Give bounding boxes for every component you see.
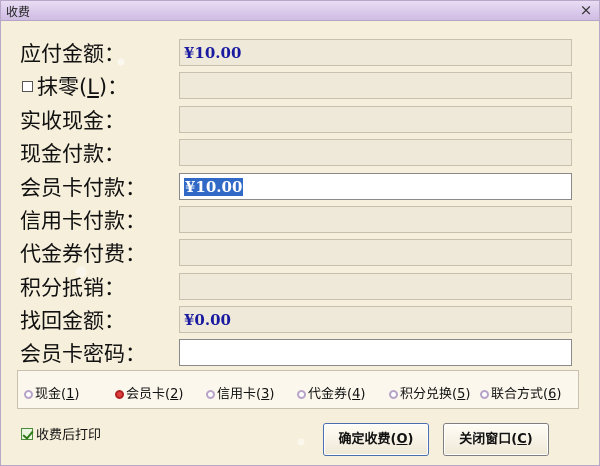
radio-icon (206, 390, 215, 399)
payment-option-voucher[interactable]: 代金券(4) (297, 383, 365, 402)
row-points-offset: 积分抵销： (1, 273, 599, 303)
charge-dialog: 收费 × 应付金额： ¥10.00 抹零(L)： 实收现金： 现金付款： 会员卡… (0, 0, 600, 466)
credit-card-payment-field (179, 206, 572, 233)
change-amount-field: ¥0.00 (179, 306, 572, 333)
window-title: 收费 (6, 5, 31, 19)
checkbox-checked-icon (21, 428, 33, 440)
payment-option-points[interactable]: 积分兑换(5) (389, 383, 470, 402)
member-card-payment-input[interactable]: ¥10.00 (179, 173, 572, 200)
payment-option-combined[interactable]: 联合方式(6) (480, 383, 561, 402)
row-voucher-payment: 代金券付费： (1, 239, 599, 269)
points-offset-label: 积分抵销： (20, 276, 125, 300)
payment-option-member-card[interactable]: 会员卡(2) (115, 383, 183, 402)
round-off-field (179, 72, 572, 99)
row-cash-payment: 现金付款： (1, 139, 599, 169)
row-credit-card-payment: 信用卡付款： (1, 206, 599, 236)
round-off-label[interactable]: 抹零(L)： (37, 73, 128, 101)
close-window-button[interactable]: 关闭窗口(C) (443, 423, 549, 456)
row-cash-received: 实收现金： (1, 106, 599, 136)
change-amount-label: 找回金额： (20, 309, 125, 333)
print-after-charge-checkbox[interactable]: 收费后打印 (21, 424, 101, 443)
round-off-checkbox[interactable] (22, 81, 33, 92)
member-card-payment-label: 会员卡付款： (20, 176, 146, 200)
voucher-payment-label: 代金券付费： (20, 242, 146, 266)
cash-payment-field (179, 139, 572, 166)
cash-payment-label: 现金付款： (20, 142, 125, 166)
row-member-card-payment: 会员卡付款： ¥10.00 (1, 173, 599, 203)
row-round-off: 抹零(L)： (1, 72, 599, 102)
row-change-amount: 找回金额： ¥0.00 (1, 306, 599, 336)
selected-text: ¥10.00 (184, 178, 244, 196)
points-offset-field (179, 273, 572, 300)
row-amount-due: 应付金额： ¥10.00 (1, 39, 599, 69)
member-card-password-label: 会员卡密码： (20, 342, 146, 366)
radio-icon (389, 390, 398, 399)
member-card-password-input[interactable] (179, 339, 572, 366)
dialog-body: 应付金额： ¥10.00 抹零(L)： 实收现金： 现金付款： 会员卡付款： ¥… (1, 22, 599, 465)
radio-icon (297, 390, 306, 399)
radio-selected-icon (115, 390, 124, 399)
voucher-payment-field (179, 239, 572, 266)
title-bar[interactable]: 收费 × (1, 1, 599, 21)
confirm-charge-button[interactable]: 确定收费(O) (323, 423, 429, 456)
radio-icon (24, 390, 33, 399)
radio-icon (480, 390, 489, 399)
payment-option-credit-card[interactable]: 信用卡(3) (206, 383, 274, 402)
amount-due-field: ¥10.00 (179, 39, 572, 66)
credit-card-payment-label: 信用卡付款： (20, 209, 146, 233)
close-icon[interactable]: × (577, 2, 595, 19)
cash-received-field (179, 106, 572, 133)
amount-due-label: 应付金额： (20, 42, 125, 66)
payment-method-group: 现金(1) 会员卡(2) 信用卡(3) 代金券(4) 积分兑换(5) 联合方式(… (17, 370, 579, 409)
cash-received-label: 实收现金： (20, 109, 125, 133)
payment-option-cash[interactable]: 现金(1) (24, 383, 79, 402)
row-member-card-password: 会员卡密码： (1, 339, 599, 369)
